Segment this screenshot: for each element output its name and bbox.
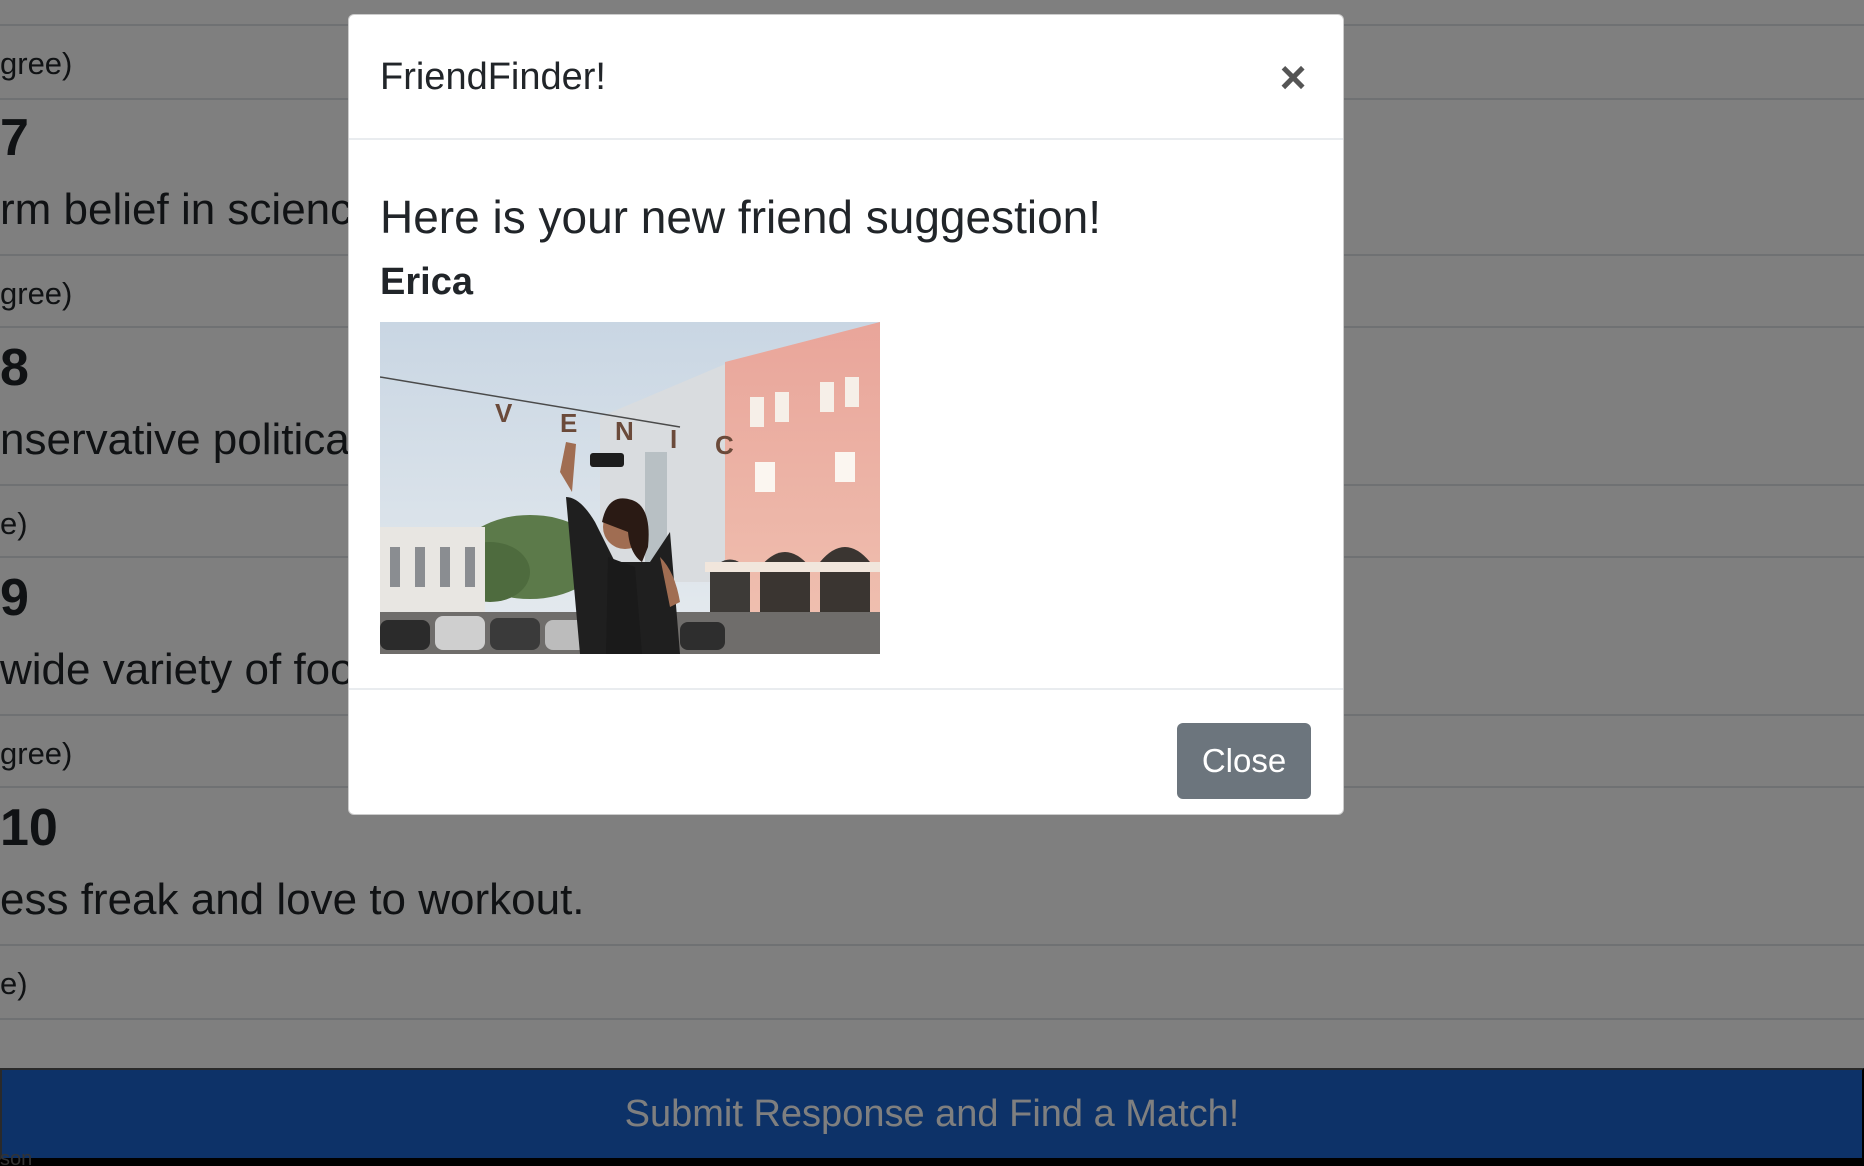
- sign-letter: V: [495, 398, 513, 428]
- close-button[interactable]: Close: [1177, 723, 1311, 799]
- modal-body: Here is your new friend suggestion! Eric…: [380, 140, 1310, 688]
- friend-match-modal: FriendFinder! × Here is your new friend …: [348, 14, 1344, 815]
- sign-letter: C: [715, 430, 734, 460]
- modal-header: FriendFinder! ×: [349, 15, 1343, 140]
- modal-title: FriendFinder!: [380, 56, 606, 98]
- friend-photo: V E N I C: [380, 322, 880, 654]
- sign-letter: E: [560, 408, 577, 438]
- sign-letter: I: [670, 424, 677, 454]
- sign-letter: N: [615, 416, 634, 446]
- suggestion-heading: Here is your new friend suggestion!: [380, 191, 1102, 243]
- modal-footer: Close: [349, 688, 1343, 816]
- close-icon[interactable]: ×: [1271, 54, 1315, 100]
- friend-name: Erica: [380, 261, 473, 303]
